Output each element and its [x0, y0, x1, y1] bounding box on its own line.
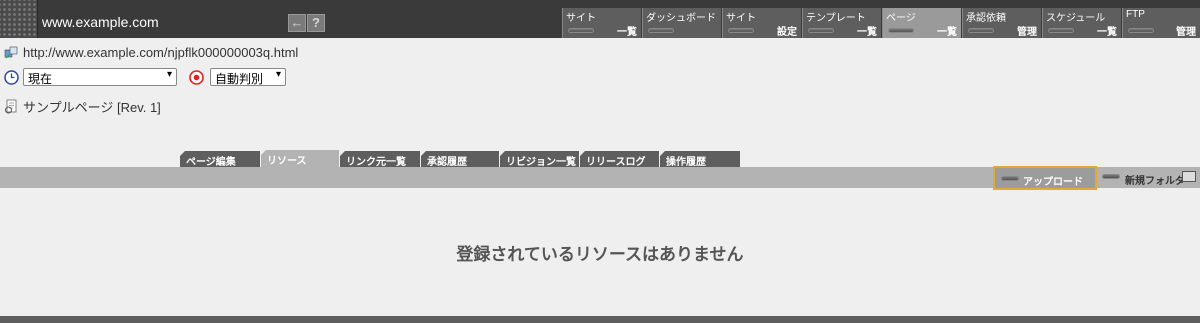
new-folder-label: 新規フォルダ	[1125, 176, 1185, 187]
view-options-row: 現在 ▾ 自動判別 ▾	[4, 68, 286, 86]
time-select-value: 現在	[28, 72, 53, 86]
help-button[interactable]: ?	[307, 14, 325, 32]
nav-label-bottom: 管理	[1176, 27, 1196, 38]
nav-pill-icon	[568, 28, 594, 33]
nav-pill-icon	[1048, 28, 1074, 33]
nav-pill-icon	[1128, 28, 1154, 33]
nav-label-top: FTP	[1126, 9, 1145, 20]
nav-label-top: ページ	[886, 13, 916, 24]
nav-label-top: ダッシュボード	[646, 13, 716, 24]
page-url-row: http://www.example.com/njpflk000000003q.…	[4, 45, 298, 60]
empty-state-message: 登録されているリソースはありません	[456, 245, 744, 265]
tab-operation-history[interactable]: 操作履歴	[660, 151, 740, 167]
tab-revision-list[interactable]: リビジョン一覧	[500, 151, 579, 167]
tab-referrer-list[interactable]: リンク元一覧	[340, 151, 420, 167]
chevron-down-icon: ▾	[275, 69, 281, 80]
folder-icon	[1182, 171, 1196, 182]
page-name: サンプルページ [Rev. 1]	[23, 100, 161, 115]
page-name-row: サンプルページ [Rev. 1]	[4, 97, 161, 116]
nav-approval-requests[interactable]: 承認依頼 管理	[962, 8, 1041, 38]
page-icon	[4, 99, 19, 114]
nav-page-list[interactable]: ページ 一覧	[882, 8, 961, 38]
clock-icon	[4, 69, 19, 85]
tab-resources[interactable]: リソース	[261, 150, 339, 167]
nav-pill-icon	[648, 28, 674, 33]
button-pill-icon	[1001, 176, 1019, 181]
chevron-down-icon: ▾	[166, 69, 172, 80]
nav-label-top: 承認依頼	[966, 13, 1006, 24]
tab-approval-history[interactable]: 承認履歴	[421, 151, 499, 167]
nav-label-top: スケジュール	[1046, 13, 1106, 24]
nav-label-top: テンプレート	[806, 13, 866, 24]
page-tabs: ページ編集 リソース リンク元一覧 承認履歴 リビジョン一覧 リリースログ 操作…	[180, 150, 741, 167]
nav-label-top: サイト	[566, 13, 596, 24]
nav-label-bottom: 一覧	[1097, 27, 1117, 38]
nav-site-settings[interactable]: サイト 設定	[722, 8, 801, 38]
nav-label-bottom: 一覧	[857, 27, 877, 38]
nav-label-bottom: 管理	[1017, 27, 1037, 38]
page-url[interactable]: http://www.example.com/njpflk000000003q.…	[23, 45, 298, 60]
nav-schedule-list[interactable]: スケジュール 一覧	[1042, 8, 1121, 38]
nav-site-list[interactable]: サイト 一覧	[562, 8, 641, 38]
nav-pill-icon	[968, 28, 994, 33]
footer-bar	[0, 316, 1200, 323]
nav-label-bottom: 設定	[777, 27, 797, 38]
button-pill-icon	[1102, 174, 1120, 179]
nav-label-top: サイト	[726, 13, 756, 24]
mode-select-value: 自動判別	[215, 72, 264, 86]
nav-label-bottom: 一覧	[937, 27, 957, 38]
new-folder-button[interactable]: 新規フォルダ	[1100, 168, 1200, 188]
nav-dashboard[interactable]: ダッシュボード	[642, 8, 721, 38]
link-icon	[4, 45, 19, 60]
upload-button[interactable]: アップロード	[993, 166, 1097, 190]
nav-pill-icon	[728, 28, 754, 33]
site-title: www.example.com	[42, 14, 159, 30]
nav-pill-icon	[888, 28, 914, 33]
nav-pill-icon	[808, 28, 834, 33]
tab-page-edit[interactable]: ページ編集	[180, 151, 260, 167]
target-icon	[189, 69, 204, 85]
time-select[interactable]: 現在 ▾	[23, 68, 177, 86]
upload-label: アップロード	[1023, 177, 1083, 188]
back-button[interactable]: ←	[288, 14, 306, 32]
app-logo	[0, 0, 38, 38]
mode-select[interactable]: 自動判別 ▾	[210, 68, 286, 86]
tab-release-log[interactable]: リリースログ	[580, 151, 659, 167]
nav-ftp-management[interactable]: FTP 管理	[1122, 8, 1200, 38]
top-header: www.example.com ← ? サイト 一覧 ダッシュボード サイト 設…	[0, 0, 1200, 38]
nav-label-bottom: 一覧	[617, 27, 637, 38]
nav-template-list[interactable]: テンプレート 一覧	[802, 8, 881, 38]
